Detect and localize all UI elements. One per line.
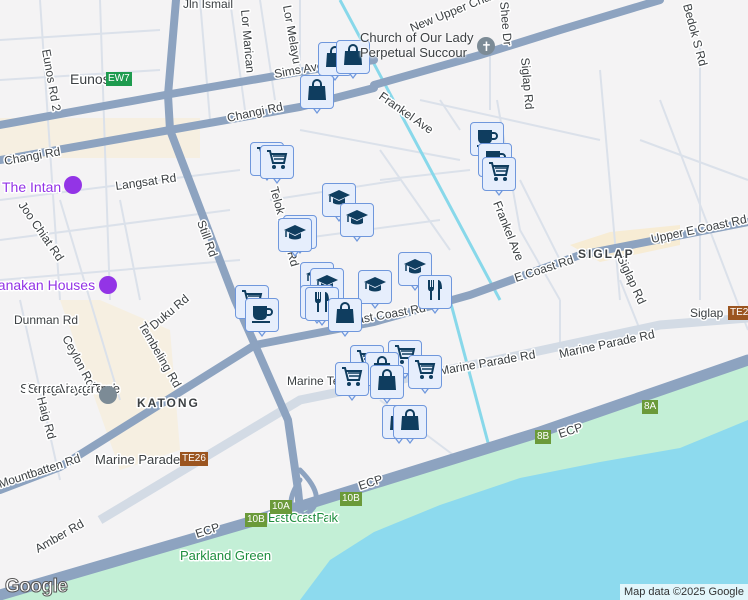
road-label: Lor Marican (238, 9, 257, 73)
exit-badge: 10B (340, 492, 362, 506)
exit-badge: 10B (245, 513, 267, 527)
marker-box (335, 362, 369, 396)
marker-box (340, 203, 374, 237)
map-marker-cart[interactable] (335, 362, 371, 404)
road-label: Bedok S Rd (680, 2, 710, 67)
temple-om-icon[interactable] (99, 386, 117, 404)
marker-box (260, 145, 294, 179)
map-marker-bag[interactable] (300, 75, 336, 117)
station-code-badge: TE26 (180, 452, 208, 466)
marker-box (278, 218, 312, 252)
museum-icon[interactable] (64, 176, 82, 194)
shopping-bag-icon (398, 408, 422, 437)
road-label: Mountbatten Rd (0, 451, 82, 491)
map-marker-bag[interactable] (370, 365, 406, 407)
road-label: Still Rd (194, 218, 220, 259)
road-label: Eunos Rd 2 (39, 48, 64, 113)
station-label: Eunos (70, 71, 110, 87)
map-attribution[interactable]: Map data ©2025 Google (619, 584, 748, 600)
cart-icon (413, 358, 437, 387)
road-label: Joo Chiat Rd (16, 199, 67, 264)
poi-label: The Intan (2, 179, 61, 195)
area-label: SIGLAP (578, 247, 635, 261)
map-marker-cart[interactable] (482, 157, 518, 199)
map-marker-coffee[interactable] (245, 298, 281, 340)
marker-box (418, 275, 452, 309)
shopping-bag-icon (333, 301, 357, 330)
map-marker-bag[interactable] (328, 298, 364, 340)
coffee-icon (250, 301, 274, 330)
cross-icon: ✝ (481, 39, 492, 54)
station-label: Siglap (690, 306, 724, 320)
marker-box (408, 355, 442, 389)
park-label: Parkland Green (180, 548, 271, 563)
map-marker-food[interactable] (418, 275, 454, 317)
road-label: Dunman Rd (14, 313, 78, 327)
cart-icon (340, 365, 364, 394)
road-label: Amber Rd (33, 516, 87, 555)
school-icon (363, 273, 387, 302)
marker-box (245, 298, 279, 332)
station-code-badge: TE27 (728, 306, 748, 320)
road-label: Duku Rd (147, 292, 192, 333)
road-label: Frankel Ave (376, 89, 436, 137)
map-marker-cart[interactable] (260, 145, 296, 187)
road-label: Haig Rd (34, 395, 59, 441)
poi-label: Peranakan Houses (0, 277, 95, 293)
station-code-badge: EW7 (106, 72, 132, 86)
marker-box (482, 157, 516, 191)
google-logo: Google (4, 576, 68, 598)
marker-box (393, 405, 427, 439)
station-label: Marine Parade (95, 452, 180, 467)
map-marker-cart[interactable] (408, 355, 444, 397)
camera-icon[interactable] (99, 276, 117, 294)
exit-badge: 8B (535, 430, 552, 444)
restaurant-icon (423, 278, 447, 307)
exit-badge: 10A (270, 500, 292, 514)
school-icon (345, 206, 369, 235)
cart-icon (265, 148, 289, 177)
map-marker-bag[interactable] (393, 405, 429, 447)
road-label: Langsat Rd (114, 171, 177, 193)
school-icon (283, 221, 307, 250)
road-label: Marine Parade Rd (438, 347, 536, 378)
map-marker-cap[interactable] (340, 203, 376, 245)
road-label: Shee Dr (497, 1, 515, 46)
cart-icon (487, 160, 511, 189)
shopping-bag-icon (375, 368, 399, 397)
marker-box (328, 298, 362, 332)
poi-label-church[interactable]: Church of Our Lady Perpetual Succour (360, 30, 478, 60)
marker-box (300, 75, 334, 109)
road-label: Changi Rd (226, 99, 284, 124)
area-label: KATONG (137, 396, 200, 410)
exit-badge: 8A (642, 400, 659, 414)
road-label: Siglap Rd (518, 57, 536, 110)
shopping-bag-icon (305, 78, 329, 107)
road-label: Jln Ismail (183, 0, 233, 11)
marker-box (370, 365, 404, 399)
map-marker-cap[interactable] (278, 218, 314, 260)
